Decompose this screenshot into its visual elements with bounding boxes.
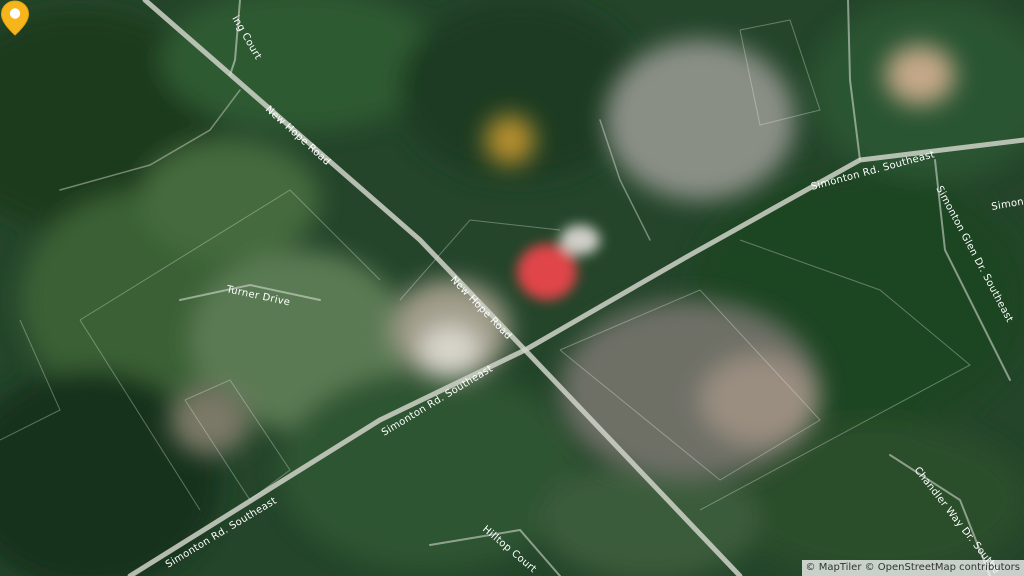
map-view[interactable]: ing Court New Hope Road New Hope Road Si… [0, 0, 1024, 576]
location-pin-icon[interactable] [0, 0, 30, 36]
map-attribution[interactable]: © MapTiler © OpenStreetMap contributors [801, 560, 1024, 576]
satellite-imagery: ing Court New Hope Road New Hope Road Si… [0, 0, 1024, 576]
